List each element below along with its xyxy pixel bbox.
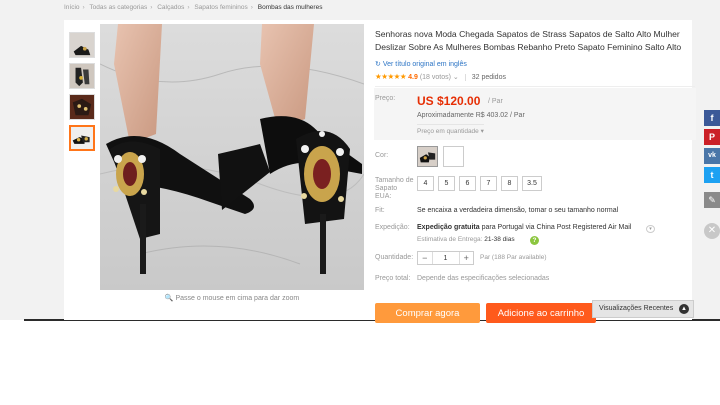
fit-value: Se encaixa a verdadeira dimensão, tomar … xyxy=(417,207,619,214)
breadcrumb-footwear[interactable]: Calçados xyxy=(157,4,184,11)
chevron-down-icon[interactable]: ⌄ xyxy=(453,74,459,81)
zoom-hint: 🔍 Passe o mouse em cima para dar zoom xyxy=(164,295,300,302)
quantity-stepper: − + xyxy=(417,251,474,265)
price-label: Preço: xyxy=(375,95,396,102)
delivery-estimate: Estimativa de Entrega: 21-38 dias xyxy=(417,236,515,243)
shipping-method: Expedição gratuita para Portugal via Chi… xyxy=(417,224,632,231)
size-label: Tamanho de Sapato EUA: xyxy=(375,177,414,200)
size-option-5[interactable]: 5 xyxy=(438,176,455,191)
breadcrumb-womens-shoes[interactable]: Sapatos femininos xyxy=(194,4,247,11)
breadcrumb: Início › Todas as categorias › Calçados › S… xyxy=(64,4,323,11)
add-to-cart-button[interactable]: Adicione ao carrinho xyxy=(486,303,596,323)
price-unit: / Par xyxy=(488,98,503,105)
size-option-4[interactable]: 4 xyxy=(417,176,434,191)
quantity-input[interactable] xyxy=(431,252,460,264)
breadcrumb-all-categories[interactable]: Todas as categorias xyxy=(89,4,147,11)
buy-now-button[interactable]: Comprar agora xyxy=(375,303,480,323)
color-label: Cor: xyxy=(375,152,389,159)
edit-icon[interactable]: ✎ xyxy=(704,192,720,208)
help-icon[interactable]: ? xyxy=(530,236,539,245)
size-option-6[interactable]: 6 xyxy=(459,176,476,191)
chevron-up-icon: ▲ xyxy=(679,304,689,314)
facebook-icon[interactable]: f xyxy=(704,110,720,126)
size-option-7[interactable]: 7 xyxy=(480,176,497,191)
rating-score: 4.9 xyxy=(408,74,418,81)
total-price-value: Depende das especificações selecionadas xyxy=(417,275,550,282)
quantity-decrease-button[interactable]: − xyxy=(418,252,432,264)
price-value: US $120.00 xyxy=(417,94,481,108)
product-title: Senhoras nova Moda Chegada Sapatos de St… xyxy=(375,29,682,52)
shipping-label: Expedição: xyxy=(375,224,410,231)
recently-viewed-tab[interactable]: Visualizações Recentes ▲ xyxy=(592,300,694,318)
fit-label: Fit: xyxy=(375,207,385,214)
color-swatch-blank[interactable] xyxy=(443,146,464,167)
pinterest-icon[interactable]: P xyxy=(704,129,720,145)
thumbnail-2[interactable] xyxy=(69,63,95,89)
quantity-label: Quantidade: xyxy=(375,254,414,261)
shipping-dropdown-icon[interactable]: ▾ xyxy=(646,225,655,233)
translate-icon: ↻ xyxy=(375,61,381,68)
color-swatch-photo[interactable] xyxy=(417,146,438,167)
twitter-icon[interactable]: t xyxy=(704,167,720,183)
size-option-8[interactable]: 8 xyxy=(501,176,518,191)
main-product-image[interactable] xyxy=(100,24,364,290)
total-price-label: Preço total: xyxy=(375,275,411,282)
magnifier-icon: 🔍 xyxy=(164,295,174,302)
quantity-increase-button[interactable]: + xyxy=(460,252,474,264)
breadcrumb-womens-pumps[interactable]: Bombas das mulheres xyxy=(258,4,323,11)
rating-summary: ★★★★★ 4.9 (18 votos) ⌄ 32 pedidos xyxy=(375,72,506,81)
original-title-link[interactable]: ↻ Ver título original em inglês xyxy=(375,60,467,68)
vk-icon[interactable]: vk xyxy=(704,148,720,164)
quantity-price-dropdown[interactable]: Preço em quantidade ▾ xyxy=(417,124,484,135)
order-count: 32 pedidos xyxy=(464,74,506,81)
size-option-3-5[interactable]: 3.5 xyxy=(522,176,542,191)
thumbnail-list xyxy=(69,32,95,156)
divider xyxy=(375,86,695,87)
rating-stars-icon: ★★★★★ xyxy=(375,72,407,81)
thumbnail-1[interactable] xyxy=(69,32,95,58)
approximate-price: Aproximadamente R$ 403.02 / Par xyxy=(417,112,525,119)
close-icon[interactable]: ✕ xyxy=(704,223,720,239)
rating-votes-link[interactable]: (18 votos) xyxy=(420,74,451,81)
thumbnail-3[interactable] xyxy=(69,94,95,120)
breadcrumb-home[interactable]: Início xyxy=(64,4,80,11)
thumbnail-4-selected[interactable] xyxy=(69,125,95,151)
quantity-available: Par (188 Par available) xyxy=(480,254,547,261)
